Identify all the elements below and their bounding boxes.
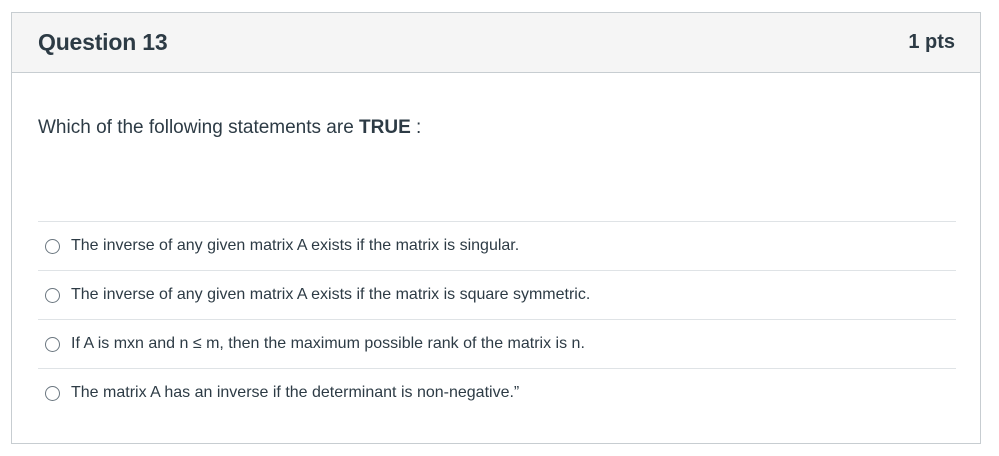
answer-label[interactable]: The inverse of any given matrix A exists… bbox=[71, 286, 590, 304]
radio-button[interactable] bbox=[45, 385, 60, 401]
answer-label[interactable]: The inverse of any given matrix A exists… bbox=[71, 237, 519, 255]
answer-option[interactable]: The inverse of any given matrix A exists… bbox=[38, 270, 956, 319]
prompt-emphasis: TRUE bbox=[359, 117, 411, 138]
question-card: Question 13 1 pts Which of the following… bbox=[11, 12, 981, 444]
radio-button[interactable] bbox=[45, 287, 60, 303]
question-header: Question 13 1 pts bbox=[12, 13, 980, 73]
answer-option[interactable]: The matrix A has an inverse if the deter… bbox=[38, 368, 956, 417]
answer-label[interactable]: The matrix A has an inverse if the deter… bbox=[71, 384, 519, 402]
answer-list: The inverse of any given matrix A exists… bbox=[38, 221, 956, 417]
prompt-prefix: Which of the following statements are bbox=[38, 117, 360, 138]
answer-label[interactable]: If A is mxn and n ≤ m, then the maximum … bbox=[71, 335, 585, 353]
radio-button[interactable] bbox=[45, 238, 60, 254]
answer-option[interactable]: If A is mxn and n ≤ m, then the maximum … bbox=[38, 319, 956, 368]
radio-button[interactable] bbox=[45, 336, 60, 352]
question-prompt: Which of the following statements are TR… bbox=[38, 117, 421, 139]
question-points: 1 pts bbox=[908, 31, 955, 53]
answer-option[interactable]: The inverse of any given matrix A exists… bbox=[38, 221, 956, 270]
prompt-suffix: : bbox=[410, 117, 422, 138]
question-title: Question 13 bbox=[38, 29, 168, 55]
